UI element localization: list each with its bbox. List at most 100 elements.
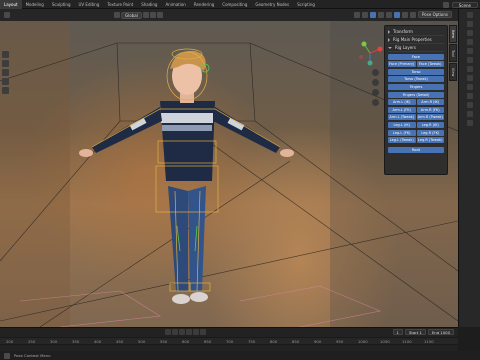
- cursor-tool-icon[interactable]: [2, 60, 9, 67]
- jump-start-icon[interactable]: [165, 329, 171, 335]
- viewport-header: Global Pose Options: [0, 9, 458, 21]
- tab-uv-editing[interactable]: UV Editing: [75, 0, 104, 9]
- jump-end-icon[interactable]: [200, 329, 206, 335]
- tab-sculpting[interactable]: Sculpting: [48, 0, 75, 9]
- perspective-toggle-icon[interactable]: [372, 99, 379, 106]
- section-rig-main-properties[interactable]: Rig Main Properties: [388, 36, 444, 44]
- layer-face-primary-button[interactable]: Face (Primary): [388, 61, 416, 68]
- camera-view-icon[interactable]: [372, 89, 379, 96]
- pivot-icon[interactable]: [142, 11, 149, 18]
- end-frame-field[interactable]: End 1000: [427, 329, 454, 335]
- object-props-icon[interactable]: [466, 66, 473, 72]
- pose-options-dropdown[interactable]: Pose Options: [418, 11, 452, 18]
- layer-leg-l-ik-button[interactable]: Leg.L (IK): [388, 121, 416, 128]
- collapse-triangle-icon: [388, 30, 390, 34]
- tool-props-icon[interactable]: [466, 12, 473, 18]
- ruler-tick: 400: [94, 339, 102, 344]
- layer-arm-l-tweak-button[interactable]: Arm.L (Tweak): [388, 114, 416, 121]
- shading-material-icon[interactable]: [402, 11, 409, 18]
- view-layer-icon[interactable]: [466, 39, 473, 45]
- move-tool-icon[interactable]: [2, 69, 9, 76]
- sidebar-tabs: Item Tool View: [449, 25, 457, 105]
- gizmo-icon[interactable]: [362, 11, 369, 18]
- select-tool-icon[interactable]: [2, 51, 9, 58]
- layer-root-button[interactable]: Root: [388, 147, 444, 154]
- layer-leg-l-tweak-button[interactable]: Leg.L (Tweak): [388, 137, 416, 144]
- layer-arm-l-ik-button[interactable]: Arm.L (IK): [388, 99, 416, 106]
- data-props-icon[interactable]: [466, 102, 473, 108]
- xray-icon[interactable]: [378, 11, 385, 18]
- status-bar: Pose Context Menu: [0, 351, 480, 360]
- character-model[interactable]: [79, 50, 294, 304]
- modifier-props-icon[interactable]: [466, 75, 473, 81]
- proportional-edit-icon[interactable]: [156, 11, 163, 18]
- next-keyframe-icon[interactable]: [193, 329, 199, 335]
- ruler-tick: 300: [50, 339, 58, 344]
- prev-keyframe-icon[interactable]: [172, 329, 178, 335]
- ruler-tick: 550: [160, 339, 168, 344]
- layer-leg-r-ik-button[interactable]: Leg.R (IK): [416, 121, 444, 128]
- layer-leg-l-fk-button[interactable]: Leg.L (FK): [388, 129, 416, 136]
- editor-type-icon[interactable]: [4, 12, 10, 18]
- tab-tool[interactable]: Tool: [449, 44, 457, 62]
- layer-fingers-button[interactable]: Fingers: [388, 83, 444, 90]
- render-props-icon[interactable]: [466, 21, 473, 27]
- transform-controls: Global: [114, 11, 163, 19]
- start-frame-field[interactable]: Start 1: [404, 329, 426, 335]
- transform-orientation-dropdown[interactable]: Global: [121, 11, 142, 19]
- bone-props-icon[interactable]: [466, 111, 473, 117]
- tab-shading[interactable]: Shading: [137, 0, 161, 9]
- shading-solid-icon[interactable]: [394, 11, 401, 18]
- rotate-tool-icon[interactable]: [2, 78, 9, 85]
- collapse-triangle-icon: [388, 38, 390, 42]
- layer-arm-l-fk-button[interactable]: Arm.L (FK): [388, 106, 416, 113]
- physics-props-icon[interactable]: [466, 84, 473, 90]
- layer-face-tweak-button[interactable]: Face (Tweak): [416, 61, 444, 68]
- layer-arm-r-tweak-button[interactable]: Arm.R (Tweak): [416, 114, 444, 121]
- material-props-icon[interactable]: [466, 120, 473, 126]
- play-icon[interactable]: [186, 329, 192, 335]
- tab-view[interactable]: View: [449, 63, 457, 81]
- tab-compositing[interactable]: Compositing: [218, 0, 251, 9]
- shading-rendered-icon[interactable]: [410, 11, 417, 18]
- overlay-icon[interactable]: [370, 11, 377, 18]
- visibility-icon[interactable]: [354, 11, 361, 18]
- navigation-gizmo[interactable]: [356, 39, 384, 67]
- tab-modeling[interactable]: Modeling: [22, 0, 48, 9]
- layer-arm-r-ik-button[interactable]: Arm.R (IK): [416, 99, 444, 106]
- pan-icon[interactable]: [372, 79, 379, 86]
- playback-controls: [165, 329, 206, 335]
- orientation-icon[interactable]: [114, 11, 120, 18]
- layer-leg-r-fk-button[interactable]: Leg.R (FK): [416, 129, 444, 136]
- tab-geometry-nodes[interactable]: Geometry Nodes: [251, 0, 293, 9]
- constraint-props-icon[interactable]: [466, 93, 473, 99]
- scene-props-icon[interactable]: [466, 48, 473, 54]
- layer-torso-tweak-button[interactable]: Torso (Tweak): [388, 76, 444, 83]
- tab-scripting[interactable]: Scripting: [293, 0, 319, 9]
- world-props-icon[interactable]: [466, 57, 473, 63]
- ruler-tick: 1100: [402, 339, 412, 344]
- output-props-icon[interactable]: [466, 30, 473, 36]
- tab-layout[interactable]: Layout: [0, 0, 22, 9]
- ruler-tick: 650: [204, 339, 212, 344]
- tab-rendering[interactable]: Rendering: [190, 0, 218, 9]
- layer-arm-r-fk-button[interactable]: Arm.R (FK): [416, 106, 444, 113]
- tab-animation[interactable]: Animation: [161, 0, 189, 9]
- scene-selector[interactable]: Scene: [451, 1, 478, 8]
- tab-texture-paint[interactable]: Texture Paint: [103, 0, 137, 9]
- section-rig-layers[interactable]: Rig Layers: [388, 44, 444, 52]
- tab-item[interactable]: Item: [449, 25, 457, 43]
- scene-icon: [442, 1, 449, 8]
- current-frame-field[interactable]: 1: [392, 329, 403, 335]
- layer-leg-r-tweak-button[interactable]: Leg.R (Tweak): [416, 137, 444, 144]
- section-transform[interactable]: Transform: [388, 28, 444, 36]
- zoom-icon[interactable]: [372, 69, 379, 76]
- play-reverse-icon[interactable]: [179, 329, 185, 335]
- frame-fields: 1 Start 1 End 1000: [392, 329, 454, 335]
- expand-triangle-icon: [388, 47, 392, 49]
- snap-icon[interactable]: [149, 11, 156, 18]
- shading-wire-icon[interactable]: [386, 11, 393, 18]
- layer-torso-button[interactable]: Torso: [388, 68, 444, 75]
- scale-tool-icon[interactable]: [2, 87, 9, 94]
- frame-ruler[interactable]: 200 250 300 350 400 450 500 550 600 650 …: [0, 337, 458, 345]
